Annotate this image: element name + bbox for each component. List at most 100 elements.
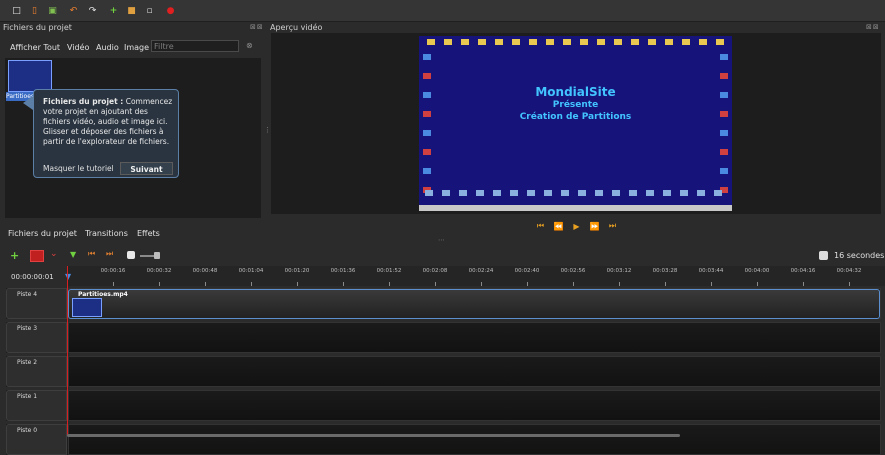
next-marker-icon[interactable]: ⏭: [106, 249, 113, 259]
timeline-scrollbar[interactable]: [67, 434, 680, 437]
import-files-icon[interactable]: +: [107, 4, 120, 17]
filter-tab-image[interactable]: Image: [124, 41, 149, 55]
time-ruler[interactable]: 00:00:16 00:00:32 00:00:48 00:01:04 00:01:20…: [67, 266, 885, 286]
timecode-display: 00:00:00:01: [11, 273, 54, 281]
left-panel-tabs: Fichiers du projet Transitions Effets: [5, 224, 260, 240]
ruler-tick: [527, 282, 528, 286]
video-preview-dock-controls[interactable]: ⊠⊠: [866, 23, 880, 31]
zoom-slider-handle[interactable]: [154, 252, 160, 259]
track-row: Piste 2: [6, 356, 881, 387]
splitter-handle[interactable]: ⋮: [264, 126, 271, 134]
timeline-clip[interactable]: [68, 289, 880, 319]
ruler-tick: [159, 282, 160, 286]
ruler-label: 00:01:20: [284, 268, 310, 274]
track-name-label: Piste 1: [17, 393, 38, 400]
project-files-panel-title: Fichiers du projet: [3, 23, 72, 32]
track-lane[interactable]: [68, 390, 881, 421]
hide-tutorial-link[interactable]: Masquer le tutoriel: [43, 164, 114, 173]
file-thumbnail[interactable]: [8, 60, 52, 92]
play-icon[interactable]: ▶: [571, 221, 582, 231]
add-track-icon[interactable]: +: [10, 249, 19, 262]
ruler-label: 00:00:16: [100, 268, 126, 274]
desktop-folder-icon: [427, 39, 435, 45]
desktop-bottom-icon: [595, 190, 603, 196]
new-project-icon[interactable]: □: [10, 4, 23, 17]
video-preview-title: Aperçu vidéo: [270, 23, 323, 32]
ruler-label: 00:02:08: [422, 268, 448, 274]
desktop-app-icon: [423, 130, 431, 136]
ruler-label: 00:03:44: [698, 268, 724, 274]
track-header[interactable]: Piste 1: [6, 390, 67, 421]
track-name-label: Piste 2: [17, 359, 38, 366]
horizontal-splitter-handle[interactable]: ⋯: [438, 236, 445, 244]
desktop-folder-icon: [461, 39, 469, 45]
ruler-label: 00:00:32: [146, 268, 172, 274]
track-lane[interactable]: [68, 424, 881, 455]
desktop-app-icon: [423, 54, 431, 60]
desktop-folder-icon: [444, 39, 452, 45]
track-lane[interactable]: [68, 356, 881, 387]
redo-icon[interactable]: ↷: [86, 4, 99, 17]
playhead-line: [67, 266, 68, 436]
ruler-tick: [665, 282, 666, 286]
choose-profile-icon[interactable]: ■: [125, 4, 138, 17]
save-project-icon[interactable]: ▣: [46, 4, 59, 17]
desktop-app-icon: [423, 73, 431, 79]
ruler-tick: [619, 282, 620, 286]
video-frame: MondialSite Présente Création de Partiti…: [419, 36, 732, 211]
desktop-bottom-icon: [578, 190, 586, 196]
ruler-tick: [113, 282, 114, 286]
ruler-tick: [251, 282, 252, 286]
desktop-bottom-icon: [629, 190, 637, 196]
ruler-label: 00:02:24: [468, 268, 494, 274]
open-project-icon[interactable]: ▯: [28, 4, 41, 17]
tutorial-text: Fichiers du projet : Commencez votre pro…: [43, 97, 173, 147]
desktop-folder-icon: [495, 39, 503, 45]
desktop-bottom-icon: [476, 190, 484, 196]
filter-input[interactable]: Filtre: [151, 40, 239, 52]
ruler-label: 00:03:12: [606, 268, 632, 274]
video-text-line1: MondialSite: [535, 85, 616, 99]
filter-tab-audio[interactable]: Audio: [96, 41, 119, 55]
desktop-bottom-icon: [544, 190, 552, 196]
add-marker-icon[interactable]: ▼: [70, 250, 76, 259]
zoom-icon: [127, 251, 135, 259]
video-text-line2: Présente: [552, 100, 599, 110]
desktop-folder-icon: [597, 39, 605, 45]
playhead-handle-icon[interactable]: ▼: [65, 272, 71, 281]
project-files-dock-controls[interactable]: ⊠⊠: [250, 23, 264, 31]
track-header[interactable]: Piste 0: [6, 424, 67, 455]
tab-effects[interactable]: Effets: [137, 227, 160, 241]
ruler-tick: [711, 282, 712, 286]
filter-tab-all[interactable]: Afficher Tout: [10, 41, 60, 55]
ruler-label: 00:03:28: [652, 268, 678, 274]
previous-marker-icon[interactable]: ⏮: [88, 249, 95, 259]
clear-filter-icon[interactable]: ⊗: [246, 41, 253, 50]
tab-transitions[interactable]: Transitions: [85, 227, 128, 241]
filter-tab-video[interactable]: Vidéo: [67, 41, 89, 55]
ruler-tick: [803, 282, 804, 286]
jump-start-icon[interactable]: ⏮: [535, 221, 546, 231]
track-header[interactable]: Piste 2: [6, 356, 67, 387]
track-lane[interactable]: [68, 322, 881, 353]
desktop-app-icon: [720, 111, 728, 117]
ruler-tick: [573, 282, 574, 286]
fast-forward-icon[interactable]: ⏩: [589, 221, 600, 231]
track-header[interactable]: Piste 4: [6, 288, 67, 319]
track-header[interactable]: Piste 3: [6, 322, 67, 353]
ruler-label: 00:02:40: [514, 268, 540, 274]
export-video-icon[interactable]: ●: [164, 4, 177, 17]
snap-icon[interactable]: [30, 250, 44, 262]
tab-project-files[interactable]: Fichiers du projet: [8, 227, 77, 241]
ruler-label: 00:01:36: [330, 268, 356, 274]
desktop-folder-icon: [563, 39, 571, 45]
fullscreen-icon[interactable]: ▫: [143, 4, 156, 17]
tutorial-next-button[interactable]: Suivant: [120, 162, 173, 175]
rewind-icon[interactable]: ⏪: [553, 221, 564, 231]
jump-end-icon[interactable]: ⏭: [607, 221, 618, 231]
track-row: Piste 3: [6, 322, 881, 353]
razor-icon[interactable]: ⌄: [50, 249, 58, 259]
undo-icon[interactable]: ↶: [67, 4, 80, 17]
desktop-bottom-icon: [612, 190, 620, 196]
desktop-app-icon: [423, 149, 431, 155]
